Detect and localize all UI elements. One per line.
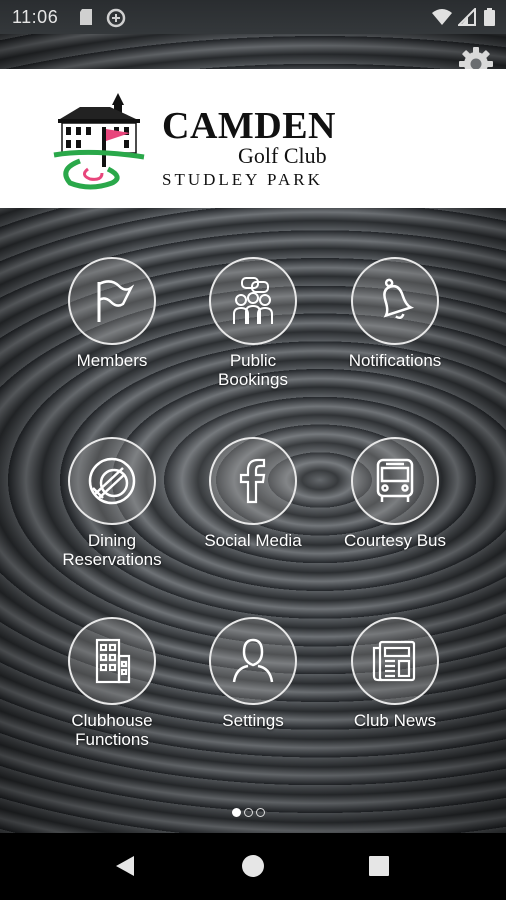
tile-courtesy-bus[interactable]: Courtesy Bus [325, 437, 465, 550]
tile-label: Social Media [204, 531, 302, 550]
tile-label: Clubhouse Functions [71, 711, 153, 749]
brand-title: CAMDEN [162, 105, 336, 147]
tile-settings[interactable]: Settings [183, 617, 323, 730]
flag-icon [97, 280, 135, 322]
system-nav-bar [0, 833, 506, 900]
tile-circle[interactable] [351, 437, 439, 525]
status-time: 11:06 [12, 7, 59, 27]
page-indicator [232, 808, 265, 820]
tile-label: Public Bookings [218, 351, 288, 389]
tile-club-news[interactable]: Club News [325, 617, 465, 730]
tile-label: Members [76, 351, 148, 370]
recents-icon[interactable] [364, 851, 394, 881]
battery-icon [484, 8, 495, 31]
tile-circle[interactable] [209, 437, 297, 525]
club-header: CAMDEN Golf Club STUDLEY PARK [0, 69, 506, 208]
tile-label: Dining Reservations [62, 531, 162, 569]
tile-circle[interactable] [351, 257, 439, 345]
facebook-icon [239, 458, 266, 504]
page-dot[interactable] [244, 808, 253, 817]
page-dot[interactable] [256, 808, 265, 817]
wifi-icon [432, 8, 452, 31]
clubhouse-logo [50, 85, 148, 197]
sd-card-icon [78, 8, 94, 31]
tile-circle[interactable] [209, 257, 297, 345]
person-icon [232, 638, 274, 683]
building-icon [95, 638, 131, 684]
tile-circle[interactable] [68, 257, 156, 345]
bus-icon [376, 458, 414, 502]
sync-icon [106, 8, 126, 33]
home-icon[interactable] [238, 851, 268, 881]
newspaper-icon [372, 640, 416, 682]
status-bar: 11:06 [0, 0, 506, 34]
dining-icon [88, 457, 136, 505]
tile-clubhouse-functions[interactable]: Clubhouse Functions [42, 617, 182, 749]
tile-circle[interactable] [351, 617, 439, 705]
bell-icon [383, 278, 415, 320]
back-icon[interactable] [110, 851, 140, 881]
tile-circle[interactable] [68, 617, 156, 705]
tile-members[interactable]: Members [42, 257, 182, 370]
tile-label: Settings [222, 711, 284, 730]
tile-notifications[interactable]: Notifications [325, 257, 465, 370]
tile-label: Club News [353, 711, 437, 730]
tile-circle[interactable] [209, 617, 297, 705]
brand-subtitle: Golf Club [238, 143, 327, 168]
tile-dining-reservations[interactable]: Dining Reservations [42, 437, 182, 569]
tile-label: Courtesy Bus [343, 531, 447, 550]
app-screen: 11:06 CAMDEN Golf Club STUDLEY PARK Memb… [0, 0, 506, 900]
people-chat-icon [233, 277, 273, 324]
signal-icon [456, 6, 476, 31]
tile-public-bookings[interactable]: Public Bookings [183, 257, 323, 389]
brand-location: STUDLEY PARK [162, 170, 323, 189]
tile-label: Notifications [348, 351, 442, 370]
tile-social-media[interactable]: Social Media [183, 437, 323, 550]
tile-circle[interactable] [68, 437, 156, 525]
page-dot-active[interactable] [232, 808, 241, 817]
